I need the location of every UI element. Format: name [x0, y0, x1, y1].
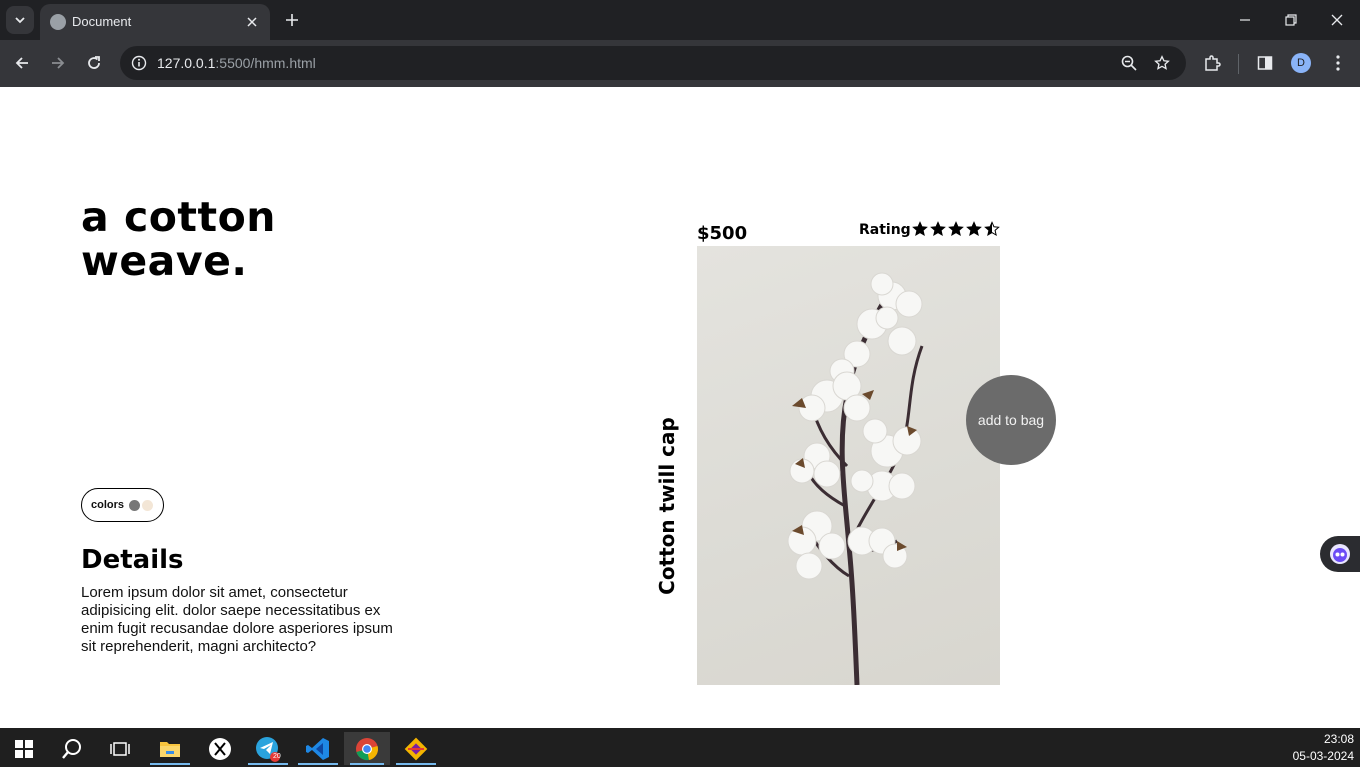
taskbar-chrome[interactable] — [344, 732, 390, 765]
globe-icon — [50, 14, 66, 30]
search-icon — [62, 738, 81, 759]
browser-toolbar: 127.0.0.1:5500/hmm.html D — [0, 40, 1360, 87]
minimize-icon — [1240, 19, 1250, 21]
star-half-icon — [984, 221, 1000, 237]
product-price: $500 — [697, 223, 748, 244]
product-image — [697, 246, 1000, 685]
taskbar-telegram[interactable]: 20 — [248, 732, 288, 765]
url-path: :5500/hmm.html — [215, 55, 316, 71]
details-description: Lorem ipsum dolor sit amet, consectetur … — [81, 584, 393, 655]
url-host: 127.0.0.1 — [157, 55, 216, 71]
url-text: 127.0.0.1:5500/hmm.html — [157, 55, 316, 71]
running-indicator — [150, 763, 190, 765]
arrow-left-icon — [15, 57, 28, 69]
active-tab[interactable]: Document — [40, 4, 270, 40]
chrome-icon — [356, 737, 378, 760]
close-icon — [1331, 14, 1343, 26]
tab-close-button[interactable] — [242, 12, 262, 32]
restore-button[interactable] — [1276, 6, 1306, 34]
bookmark-button[interactable] — [1151, 52, 1173, 74]
address-bar[interactable]: 127.0.0.1:5500/hmm.html — [120, 46, 1186, 80]
taskbar-git-app[interactable] — [396, 732, 436, 765]
extensions-button[interactable] — [1199, 50, 1225, 76]
windows-taskbar: 20 23:08 05-03-2024 — [0, 728, 1360, 767]
clock-time: 23:08 — [1323, 732, 1354, 746]
headline-line-2: weave. — [81, 237, 248, 285]
reload-button[interactable] — [81, 50, 107, 76]
color-swatch-cream[interactable] — [142, 500, 153, 511]
plus-icon — [286, 14, 298, 26]
taskbar-vscode[interactable] — [298, 732, 338, 765]
site-info-button[interactable] — [128, 52, 150, 74]
browser-tabstrip: Document — [0, 0, 1360, 40]
chevron-down-icon — [15, 17, 25, 24]
vscode-icon — [306, 737, 329, 760]
toolbar-separator — [1238, 54, 1239, 74]
zoom-out-icon — [1121, 55, 1137, 71]
taskbar-search-button[interactable] — [52, 732, 92, 765]
rating-stars — [912, 221, 1000, 239]
close-icon — [247, 17, 257, 27]
star-filled-icon — [948, 221, 964, 237]
details-heading: Details — [81, 545, 184, 575]
running-indicator — [248, 763, 288, 765]
folder-icon — [160, 741, 180, 757]
x-logo-icon — [209, 737, 231, 760]
puzzle-icon — [1205, 55, 1221, 71]
zoom-button[interactable] — [1118, 52, 1140, 74]
minimize-button[interactable] — [1230, 6, 1260, 34]
page-content: a cotton weave. colors Details Lorem ips… — [0, 87, 1360, 728]
cotton-branch-illustration — [787, 272, 924, 685]
windows-logo-icon — [15, 739, 33, 758]
colors-label: colors — [91, 499, 125, 511]
star-filled-icon — [930, 221, 946, 237]
running-indicator — [298, 763, 338, 765]
running-indicator — [396, 763, 436, 765]
back-button[interactable] — [9, 50, 35, 76]
bot-icon — [1330, 544, 1350, 564]
add-to-bag-button[interactable]: add to bag — [966, 375, 1056, 465]
star-filled-icon — [966, 221, 982, 237]
new-tab-button[interactable] — [280, 8, 304, 32]
side-panel-button[interactable] — [1252, 50, 1278, 76]
headline-line-1: a cotton — [81, 193, 276, 241]
taskbar-file-explorer[interactable] — [150, 732, 190, 765]
clock-date: 05-03-2024 — [1292, 749, 1354, 763]
reload-icon — [88, 56, 100, 69]
assistant-floating-button[interactable] — [1320, 536, 1360, 572]
star-outline-icon — [1154, 55, 1170, 70]
side-panel-icon — [1257, 56, 1273, 70]
restore-icon — [1285, 14, 1297, 26]
close-window-button[interactable] — [1322, 6, 1352, 34]
colors-selector[interactable]: colors — [81, 488, 164, 522]
star-filled-icon — [912, 221, 928, 237]
rating-label: Rating — [859, 222, 911, 238]
git-app-icon — [404, 737, 428, 760]
task-view-icon — [110, 741, 130, 756]
tab-search-button[interactable] — [6, 6, 34, 34]
profile-avatar[interactable]: D — [1291, 53, 1311, 73]
system-clock[interactable]: 23:08 05-03-2024 — [1293, 731, 1354, 765]
forward-button[interactable] — [45, 50, 71, 76]
taskbar-x-app[interactable] — [200, 732, 240, 765]
color-swatch-gray[interactable] — [129, 500, 140, 511]
more-vertical-icon — [1336, 55, 1340, 71]
page-headline: a cotton weave. — [81, 195, 276, 283]
tab-title: Document — [72, 14, 132, 29]
task-view-button[interactable] — [100, 732, 140, 765]
telegram-badge: 20 — [273, 753, 281, 760]
arrow-right-icon — [52, 57, 65, 69]
info-icon — [131, 55, 147, 71]
product-name: Cotton twill cap — [655, 417, 679, 595]
browser-menu-button[interactable] — [1325, 50, 1351, 76]
start-button[interactable] — [4, 732, 44, 765]
running-indicator — [350, 763, 384, 765]
